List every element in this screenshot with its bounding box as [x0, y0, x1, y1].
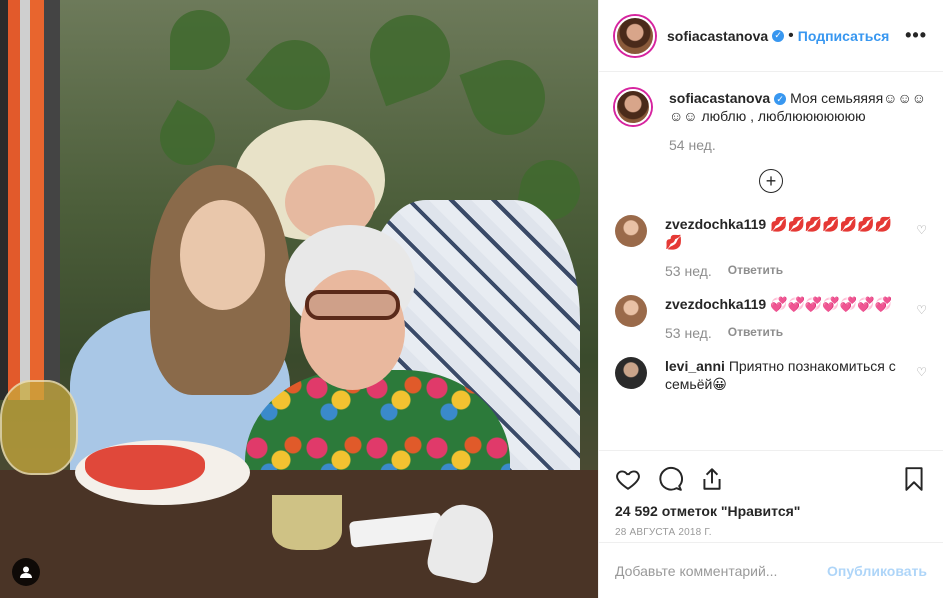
comment-username[interactable]: zvezdochka119 [665, 296, 766, 312]
leaf [358, 3, 462, 107]
comment-text-line: zvezdochka119 💋💋💋💋💋💋💋💋 [665, 215, 898, 251]
commenter-avatar[interactable] [615, 215, 647, 247]
reply-button[interactable]: Ответить [728, 325, 783, 341]
caption-username[interactable]: sofiacastanova [669, 90, 770, 106]
more-options-icon[interactable]: ••• [905, 25, 927, 46]
post-sidebar: sofiacastanova ✓ • Подписаться ••• sofia… [598, 0, 943, 598]
author-username[interactable]: sofiacastanova [667, 28, 768, 44]
leaf [245, 25, 345, 125]
follow-button[interactable]: Подписаться [798, 28, 890, 44]
reply-button[interactable]: Ответить [728, 263, 783, 279]
background-wall [0, 0, 60, 400]
woman-left-face [180, 200, 265, 310]
caption-meta: 54 нед. [669, 137, 927, 153]
post-date: 28 августа 2018 г. [615, 527, 712, 538]
author-avatar[interactable] [615, 15, 655, 56]
tea-cup [272, 495, 342, 550]
leaf [149, 99, 226, 176]
comment-text: 💞💞💞💞💞💞💞 [770, 296, 893, 312]
caption-avatar[interactable] [615, 89, 651, 125]
caption-time: 54 нед. [669, 137, 716, 153]
separator-dot: • [788, 26, 794, 44]
comment-meta: 53 нед. Ответить [665, 263, 898, 279]
comments-section: sofiacastanova ✓ Моя семьяяяя☺☺☺☺☺ люблю … [599, 73, 943, 450]
grandmother-face [300, 270, 405, 390]
glasses [305, 290, 400, 320]
post-photo[interactable] [0, 0, 598, 598]
likes-count[interactable]: 24 592 отметок "Нравится" [615, 503, 927, 519]
bookmark-icon[interactable] [901, 466, 927, 492]
verified-badge-icon: ✓ [774, 93, 787, 105]
comment-time: 53 нед. [665, 325, 712, 341]
teapot [0, 380, 78, 475]
leaf [170, 10, 230, 70]
caption: sofiacastanova ✓ Моя семьяяяя☺☺☺☺☺ люблю … [615, 89, 927, 153]
comment-like-heart-icon[interactable]: ♡ [916, 303, 927, 317]
comment-item: levi_anni Приятно познакомиться с семьёй… [615, 357, 927, 393]
action-icons [615, 459, 927, 499]
comment-item: zvezdochka119 💋💋💋💋💋💋💋💋 53 нед. Ответить … [615, 215, 927, 279]
comment-text-line: zvezdochka119 💞💞💞💞💞💞💞 [665, 295, 898, 313]
watermelon [85, 445, 205, 490]
comment-bubble-icon[interactable] [657, 466, 683, 492]
comment-meta: 53 нед. Ответить [665, 325, 898, 341]
plus-circle-icon[interactable]: + [759, 169, 783, 193]
verified-badge-icon: ✓ [772, 29, 785, 42]
caption-text-line: sofiacastanova ✓ Моя семьяяяя☺☺☺☺☺ люблю … [669, 89, 927, 125]
comment-time: 53 нед. [665, 263, 712, 279]
comment-username[interactable]: levi_anni [665, 358, 725, 374]
user-tag-icon[interactable] [12, 558, 40, 586]
post-actions: 24 592 отметок "Нравится" 28 августа 201… [599, 450, 943, 538]
share-icon[interactable] [699, 466, 725, 492]
commenter-avatar[interactable] [615, 357, 647, 389]
heart-icon[interactable] [615, 466, 641, 492]
post-header: sofiacastanova ✓ • Подписаться ••• [599, 0, 943, 72]
comment-like-heart-icon[interactable]: ♡ [916, 223, 927, 237]
commenter-avatar[interactable] [615, 295, 647, 327]
comment-like-heart-icon[interactable]: ♡ [916, 365, 927, 379]
comment-username[interactable]: zvezdochka119 [665, 216, 766, 232]
comment-item: zvezdochka119 💞💞💞💞💞💞💞 53 нед. Ответить ♡ [615, 295, 927, 341]
comment-input[interactable] [615, 562, 828, 579]
comment-text-line: levi_anni Приятно познакомиться с семьёй… [665, 357, 898, 393]
publish-button[interactable]: Опубликовать [827, 563, 927, 579]
leaf [459, 49, 556, 146]
comment-composer: Опубликовать [599, 542, 943, 598]
load-more-comments[interactable]: + [615, 169, 927, 193]
